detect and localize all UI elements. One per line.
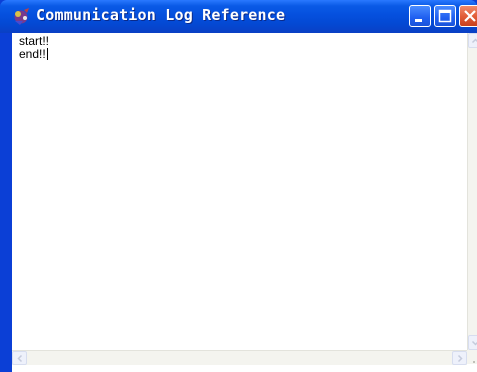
log-line: start!! bbox=[19, 34, 50, 48]
scroll-up-button[interactable] bbox=[468, 33, 477, 48]
title-bar[interactable]: Communication Log Reference bbox=[0, 0, 477, 33]
chevron-right-icon bbox=[457, 354, 463, 363]
scroll-left-button[interactable] bbox=[12, 351, 27, 365]
resize-grip-icon bbox=[473, 361, 475, 363]
log-line-with-caret: end!! bbox=[19, 48, 467, 61]
client-area: start!! end!! bbox=[4, 33, 477, 372]
close-icon bbox=[464, 10, 476, 22]
chevron-up-icon bbox=[471, 38, 477, 44]
text-caret bbox=[46, 48, 48, 60]
log-textarea[interactable]: start!! end!! bbox=[12, 33, 467, 349]
app-window: Communication Log Reference start!! end!… bbox=[0, 0, 477, 372]
resize-grip[interactable] bbox=[467, 350, 477, 364]
window-border bbox=[4, 33, 12, 372]
scroll-down-button[interactable] bbox=[468, 335, 477, 350]
maximize-button[interactable] bbox=[434, 5, 456, 27]
close-button[interactable] bbox=[459, 5, 477, 27]
scroll-right-button[interactable] bbox=[452, 351, 467, 365]
app-logo-icon bbox=[12, 6, 32, 26]
log-line: end!! bbox=[19, 47, 46, 61]
minimize-button[interactable] bbox=[409, 5, 431, 27]
minimize-icon bbox=[415, 19, 422, 22]
chevron-down-icon bbox=[471, 340, 477, 346]
window-title: Communication Log Reference bbox=[36, 6, 286, 24]
maximize-icon bbox=[438, 9, 452, 23]
vertical-scrollbar[interactable] bbox=[467, 33, 477, 350]
horizontal-scrollbar[interactable] bbox=[12, 350, 467, 365]
chevron-left-icon bbox=[17, 354, 23, 363]
